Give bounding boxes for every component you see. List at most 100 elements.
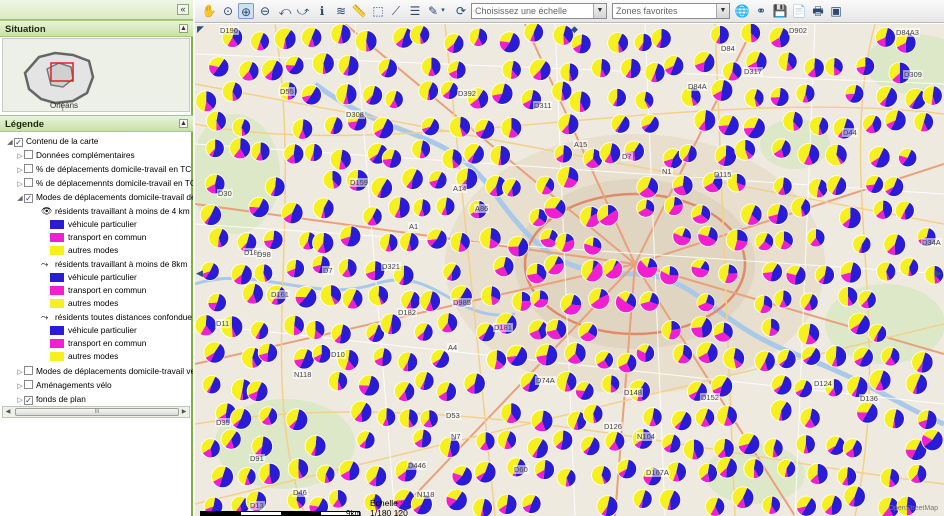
pie-marker[interactable] — [905, 372, 928, 395]
layers-icon[interactable]: ≋ — [333, 3, 349, 19]
window-icon[interactable]: ▣ — [828, 3, 844, 19]
pie-marker[interactable] — [785, 264, 807, 286]
pie-marker[interactable] — [322, 170, 343, 190]
scale-select[interactable]: Choisissez une échelle ▼ — [471, 3, 607, 19]
pie-marker[interactable] — [419, 409, 439, 429]
pie-marker[interactable] — [208, 227, 230, 249]
pie-marker[interactable] — [559, 62, 580, 83]
pie-marker[interactable] — [285, 55, 305, 76]
pie-marker[interactable] — [807, 178, 829, 199]
draw-dropdown-icon[interactable]: ▾ — [439, 3, 447, 19]
pie-marker[interactable] — [328, 371, 349, 392]
legend-header[interactable]: Légende ▲ — [0, 115, 193, 132]
layer-row[interactable]: ▷ % de déplacemennts domicile-travail en … — [16, 177, 193, 190]
pie-marker[interactable] — [806, 463, 829, 485]
pie-marker[interactable] — [283, 143, 305, 165]
pie-marker[interactable] — [809, 115, 830, 136]
scroll-right-icon[interactable]: ▶ — [180, 408, 188, 416]
pie-marker[interactable] — [242, 282, 264, 305]
pie-marker[interactable] — [862, 114, 883, 135]
situation-header[interactable]: Situation ▲ — [0, 20, 193, 37]
pie-marker[interactable] — [842, 438, 863, 459]
pie-marker[interactable] — [287, 458, 310, 480]
zoom-previous-icon[interactable]: ⤺ — [277, 3, 293, 19]
pie-marker[interactable] — [500, 402, 522, 424]
pie-marker[interactable] — [505, 344, 528, 367]
pie-marker[interactable] — [806, 228, 826, 248]
pie-marker[interactable] — [246, 380, 269, 402]
pie-marker[interactable] — [200, 261, 220, 281]
pan-east-icon[interactable]: ▶ — [935, 268, 942, 279]
pie-marker[interactable] — [705, 496, 726, 516]
pie-marker[interactable] — [874, 26, 896, 48]
pie-marker[interactable] — [777, 51, 798, 72]
pie-marker[interactable] — [543, 196, 567, 220]
pie-marker[interactable] — [740, 24, 761, 44]
pie-marker[interactable] — [771, 374, 793, 396]
pie-marker[interactable] — [839, 261, 862, 284]
pie-marker[interactable] — [570, 33, 592, 55]
pie-marker[interactable] — [659, 488, 682, 511]
pie-marker[interactable] — [615, 291, 637, 314]
pie-marker[interactable] — [399, 231, 420, 253]
pie-marker[interactable] — [377, 58, 398, 79]
pie-marker[interactable] — [511, 291, 533, 312]
pie-marker[interactable] — [577, 321, 599, 343]
pie-marker[interactable] — [468, 27, 488, 47]
pie-marker[interactable] — [793, 379, 813, 399]
pie-marker[interactable] — [644, 62, 666, 84]
pie-marker[interactable] — [672, 226, 692, 247]
pie-marker[interactable] — [797, 143, 821, 166]
pie-marker[interactable] — [543, 254, 565, 276]
pie-marker[interactable] — [435, 196, 456, 217]
pie-marker[interactable] — [556, 165, 580, 189]
pie-marker[interactable] — [814, 264, 835, 286]
pie-marker[interactable] — [761, 317, 781, 337]
expand-icon[interactable]: ▷ — [16, 164, 24, 177]
pie-marker[interactable] — [449, 231, 471, 253]
pie-marker[interactable] — [734, 139, 756, 161]
pie-marker[interactable] — [671, 409, 693, 431]
pie-marker[interactable] — [763, 438, 784, 459]
pie-marker[interactable] — [580, 259, 604, 283]
pie-marker[interactable] — [304, 435, 327, 457]
pie-marker[interactable] — [442, 262, 462, 282]
pie-marker[interactable] — [768, 26, 791, 49]
pie-marker[interactable] — [717, 114, 740, 137]
refresh-icon[interactable]: ⟳ — [453, 3, 469, 19]
pie-marker[interactable] — [564, 342, 587, 365]
pie-marker[interactable] — [744, 87, 765, 109]
pie-marker[interactable] — [852, 234, 872, 254]
pie-marker[interactable] — [690, 315, 713, 339]
chevron-down-icon[interactable]: ▼ — [716, 4, 729, 18]
overview-map[interactable]: Orleans — [2, 38, 190, 112]
pie-marker[interactable] — [697, 462, 718, 483]
pie-marker[interactable] — [426, 228, 448, 250]
pie-marker[interactable] — [545, 318, 568, 341]
pie-marker[interactable] — [523, 24, 544, 43]
pie-marker[interactable] — [716, 405, 738, 427]
pie-marker[interactable] — [639, 291, 660, 312]
pie-marker[interactable] — [412, 428, 433, 449]
pie-marker[interactable] — [876, 261, 897, 282]
map-canvas[interactable]: D190 D84 D902 D84A3 D55 D317 D309 D308 D392 D311 D… — [195, 24, 944, 516]
save-icon[interactable]: 💾 — [772, 3, 788, 19]
pie-marker[interactable] — [507, 235, 529, 258]
pie-marker[interactable] — [367, 284, 389, 306]
pie-marker[interactable] — [258, 406, 278, 426]
pie-marker[interactable] — [737, 432, 761, 456]
checkbox-icon[interactable]: ✓ — [14, 138, 23, 147]
pie-marker[interactable] — [491, 82, 514, 105]
pie-marker[interactable] — [535, 175, 556, 196]
pie-marker[interactable] — [591, 58, 612, 79]
pie-marker[interactable] — [203, 341, 226, 364]
pie-marker[interactable] — [856, 401, 879, 424]
pie-marker[interactable] — [329, 148, 352, 171]
legend-horizontal-scrollbar[interactable]: ◀ III ▶ — [2, 406, 190, 418]
pie-marker[interactable] — [526, 437, 549, 459]
pie-marker[interactable] — [604, 430, 626, 452]
pie-marker[interactable] — [661, 433, 682, 454]
pie-marker[interactable] — [474, 118, 496, 140]
pie-marker[interactable] — [710, 25, 730, 45]
pie-marker[interactable] — [258, 462, 281, 485]
